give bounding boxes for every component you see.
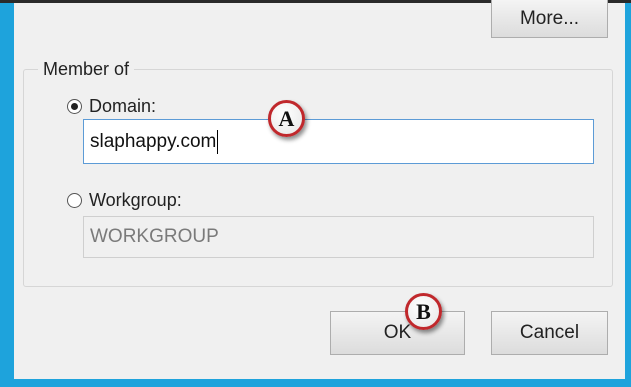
workgroup-input-value: WORKGROUP xyxy=(90,226,219,247)
ok-button-label: OK xyxy=(383,322,412,343)
domain-input[interactable]: slaphappy.com xyxy=(83,119,594,164)
domain-radio-label: Domain: xyxy=(89,96,157,116)
dialog-window: More... Member of Domain: slaphappy.com … xyxy=(0,0,631,387)
workgroup-radio-label: Workgroup: xyxy=(89,190,182,210)
text-caret xyxy=(217,129,219,154)
domain-input-value: slaphappy.com xyxy=(90,130,217,152)
workgroup-radio[interactable]: Workgroup: xyxy=(67,190,182,211)
domain-radio[interactable]: Domain: xyxy=(67,96,156,117)
more-button-label: More... xyxy=(519,7,580,29)
workgroup-radio-button[interactable] xyxy=(67,193,82,208)
cancel-button-label: Cancel xyxy=(519,322,580,343)
callout-b-marker: B xyxy=(405,293,442,330)
radio-selected-dot xyxy=(71,103,78,110)
workgroup-input[interactable]: WORKGROUP xyxy=(83,216,594,258)
callout-b-letter: B xyxy=(416,298,431,324)
cancel-button[interactable]: Cancel xyxy=(491,311,608,355)
callout-a-marker: A xyxy=(268,100,305,137)
domain-radio-button[interactable] xyxy=(67,99,82,114)
more-button[interactable]: More... xyxy=(491,0,608,38)
ok-button[interactable]: OK xyxy=(330,311,465,355)
callout-a-letter: A xyxy=(278,105,295,131)
member-of-title: Member of xyxy=(38,59,135,80)
